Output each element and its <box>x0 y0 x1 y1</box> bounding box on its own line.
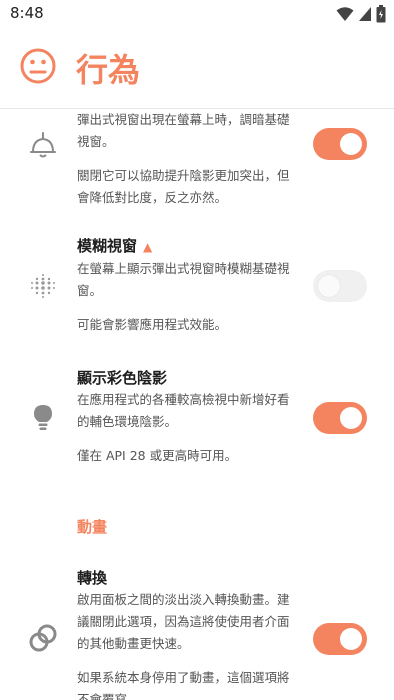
setting-description: 彈出式視窗出現在螢幕上時，調暗基礎視窗。 <box>77 112 290 149</box>
setting-title: 轉換 <box>77 569 108 587</box>
status-time: 8:48 <box>10 4 44 22</box>
app-header: 行為 <box>0 28 394 109</box>
setting-title: 模糊視窗 ▲ <box>77 235 291 258</box>
warning-icon: ▲ <box>143 240 153 254</box>
setting-note: 關閉它可以協助提升陰影更加突出，但會降低對比度，反之亦然。 <box>77 168 290 205</box>
section-header-animation: 動畫 <box>77 518 108 536</box>
setting-description: 在螢幕上顯示彈出式視窗時模糊基礎視窗。 <box>77 261 290 298</box>
setting-note: 如果系統本身停用了動畫，這個選項將不會覆寫。 <box>77 670 290 700</box>
setting-description: 啟用面板之間的淡出淡入轉換動畫。建議關閉此選項，因為這將使使用者介面的其他動畫更… <box>77 592 290 651</box>
dim-window-toggle[interactable] <box>313 128 367 160</box>
battery-icon <box>376 5 386 23</box>
setting-note: 可能會影響應用程式效能。 <box>77 317 228 332</box>
wifi-icon <box>336 7 354 21</box>
toggle-knob <box>340 407 362 429</box>
settings-list[interactable]: 彈出式視窗出現在螢幕上時，調暗基礎視窗。 關閉它可以協助提升陰影更加突出，但會降… <box>0 109 394 700</box>
setting-title-text: 模糊視窗 <box>77 237 138 255</box>
toggle-knob <box>340 628 362 650</box>
status-bar: 8:48 <box>0 0 394 28</box>
blur-window-toggle[interactable] <box>313 270 367 302</box>
setting-text: 轉換 啟用面板之間的淡出淡入轉換動畫。建議關閉此選項，因為這將使使用者介面的其他… <box>77 567 291 700</box>
neutral-face-icon <box>20 48 56 88</box>
page-title: 行為 <box>76 51 141 89</box>
lamp-icon <box>28 131 58 165</box>
transition-rings-icon <box>28 623 58 657</box>
blur-dots-icon <box>28 271 58 305</box>
setting-text: 彈出式視窗出現在螢幕上時，調暗基礎視窗。 關閉它可以協助提升陰影更加突出，但會降… <box>77 109 291 209</box>
setting-title: 顯示彩色陰影 <box>77 369 168 387</box>
setting-description: 在應用程式的各種較高檢視中新增好看的輔色環境陰影。 <box>77 392 290 429</box>
lightbulb-icon <box>28 403 58 437</box>
setting-text: 顯示彩色陰影 在應用程式的各種較高檢視中新增好看的輔色環境陰影。 僅在 API … <box>77 367 291 467</box>
status-icons <box>336 5 386 23</box>
toggle-knob <box>318 275 340 297</box>
setting-text: 模糊視窗 ▲ 在螢幕上顯示彈出式視窗時模糊基礎視窗。 可能會影響應用程式效能。 <box>77 235 291 336</box>
transitions-toggle[interactable] <box>313 623 367 655</box>
toggle-knob <box>340 133 362 155</box>
signal-icon <box>359 7 371 21</box>
setting-note: 僅在 API 28 或更高時可用。 <box>77 448 238 463</box>
colored-shadows-toggle[interactable] <box>313 402 367 434</box>
